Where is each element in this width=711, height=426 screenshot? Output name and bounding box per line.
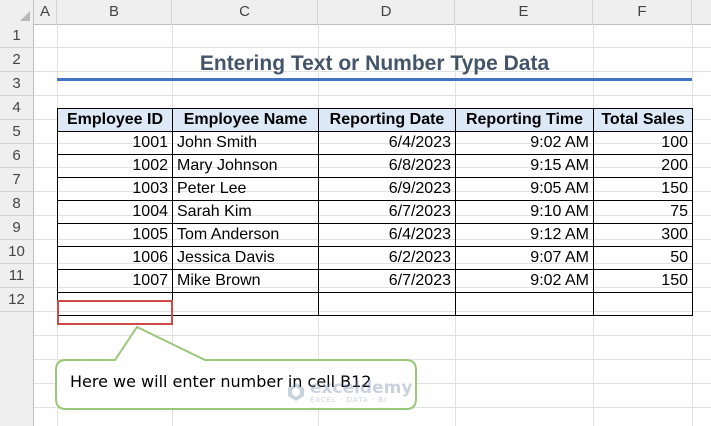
gridline: [34, 359, 711, 360]
cell-employee-name[interactable]: John Smith: [172, 131, 319, 155]
column-header-d[interactable]: D: [318, 0, 455, 24]
cell-reporting-time[interactable]: 9:05 AM: [455, 177, 594, 201]
row-header-6[interactable]: 6: [0, 144, 34, 168]
row-header-2[interactable]: 2: [0, 48, 34, 72]
gridline: [34, 95, 711, 96]
header-employee-id[interactable]: Employee ID: [57, 108, 173, 132]
column-header-f[interactable]: F: [593, 0, 692, 24]
cell-c12[interactable]: [172, 292, 319, 316]
cell-reporting-date[interactable]: 6/4/2023: [318, 223, 456, 247]
table-row: 1004 Sarah Kim 6/7/2023 9:10 AM 75: [57, 200, 693, 224]
header-total-sales[interactable]: Total Sales: [593, 108, 693, 132]
row-header-5[interactable]: 5: [0, 120, 34, 144]
column-header-bar: A B C D E F: [0, 0, 711, 25]
row-header-10[interactable]: 10: [0, 240, 34, 264]
gridline: [34, 335, 711, 336]
gridline: [34, 407, 711, 408]
select-all-corner[interactable]: [0, 0, 34, 24]
watermark-tagline: EXCEL · DATA · BI: [310, 396, 388, 404]
cell-total-sales[interactable]: 200: [593, 154, 693, 178]
cell-employee-name[interactable]: Peter Lee: [172, 177, 319, 201]
cell-reporting-time[interactable]: 9:02 AM: [455, 269, 594, 293]
cell-d12[interactable]: [318, 292, 456, 316]
table-row: 1005 Tom Anderson 6/4/2023 9:12 AM 300: [57, 223, 693, 247]
employee-table: Employee ID Employee Name Reporting Date…: [57, 108, 693, 316]
column-header-c[interactable]: C: [172, 0, 318, 24]
cell-reporting-date[interactable]: 6/7/2023: [318, 269, 456, 293]
row-header-filler: [0, 312, 34, 426]
cell-reporting-time[interactable]: 9:12 AM: [455, 223, 594, 247]
cell-employee-name[interactable]: Mary Johnson: [172, 154, 319, 178]
cell-employee-id[interactable]: 1006: [57, 246, 173, 270]
table-row: 1006 Jessica Davis 6/2/2023 9:07 AM 50: [57, 246, 693, 270]
cell-reporting-date[interactable]: 6/9/2023: [318, 177, 456, 201]
cell-total-sales[interactable]: 150: [593, 177, 693, 201]
exceldemy-logo-icon: [288, 383, 304, 401]
column-header-a[interactable]: A: [34, 0, 57, 24]
cell-reporting-time[interactable]: 9:10 AM: [455, 200, 594, 224]
cell-total-sales[interactable]: 75: [593, 200, 693, 224]
cell-reporting-date[interactable]: 6/2/2023: [318, 246, 456, 270]
column-header-b[interactable]: B: [57, 0, 172, 24]
table-row: 1001 John Smith 6/4/2023 9:02 AM 100: [57, 131, 693, 155]
row-header-12[interactable]: 12: [0, 288, 34, 312]
table-row: 1003 Peter Lee 6/9/2023 9:05 AM 150: [57, 177, 693, 201]
row-header-11[interactable]: 11: [0, 264, 34, 288]
cell-employee-id[interactable]: 1005: [57, 223, 173, 247]
row-header-7[interactable]: 7: [0, 168, 34, 192]
header-employee-name[interactable]: Employee Name: [172, 108, 319, 132]
watermark: exceldemy EXCEL · DATA · BI: [286, 380, 412, 404]
cell-employee-name[interactable]: Jessica Davis: [172, 246, 319, 270]
cell-employee-id[interactable]: 1002: [57, 154, 173, 178]
table-row: 1007 Mike Brown 6/7/2023 9:02 AM 150: [57, 269, 693, 293]
cell-reporting-date[interactable]: 6/4/2023: [318, 131, 456, 155]
cell-reporting-time[interactable]: 9:02 AM: [455, 131, 594, 155]
cell-total-sales[interactable]: 300: [593, 223, 693, 247]
row-header-1[interactable]: 1: [0, 24, 34, 48]
selected-cell-highlight[interactable]: [57, 300, 173, 325]
cell-employee-name[interactable]: Tom Anderson: [172, 223, 319, 247]
cell-reporting-time[interactable]: 9:15 AM: [455, 154, 594, 178]
cell-reporting-time[interactable]: 9:07 AM: [455, 246, 594, 270]
header-reporting-time[interactable]: Reporting Time: [455, 108, 594, 132]
sheet-title: Entering Text or Number Type Data: [199, 52, 550, 75]
cell-employee-id[interactable]: 1004: [57, 200, 173, 224]
cell-reporting-date[interactable]: 6/8/2023: [318, 154, 456, 178]
cell-employee-id[interactable]: 1001: [57, 131, 173, 155]
cell-employee-name[interactable]: Mike Brown: [172, 269, 319, 293]
header-reporting-date[interactable]: Reporting Date: [318, 108, 456, 132]
cell-total-sales[interactable]: 100: [593, 131, 693, 155]
row-header-8[interactable]: 8: [0, 192, 34, 216]
cell-employee-id[interactable]: 1007: [57, 269, 173, 293]
row-header-9[interactable]: 9: [0, 216, 34, 240]
cell-f12[interactable]: [593, 292, 693, 316]
spreadsheet: A B C D E F 1 2 3 4 5 6 7 8 9 10 11 12 E…: [0, 0, 711, 426]
cell-employee-name[interactable]: Sarah Kim: [172, 200, 319, 224]
watermark-name: exceldemy: [310, 378, 413, 398]
title-underline: [57, 78, 692, 81]
cell-employee-id[interactable]: 1003: [57, 177, 173, 201]
cell-total-sales[interactable]: 150: [593, 269, 693, 293]
column-header-e[interactable]: E: [455, 0, 593, 24]
cell-reporting-date[interactable]: 6/7/2023: [318, 200, 456, 224]
table-header-row: Employee ID Employee Name Reporting Date…: [57, 108, 693, 132]
row-header-4[interactable]: 4: [0, 96, 34, 120]
row-header-3[interactable]: 3: [0, 72, 34, 96]
cell-e12[interactable]: [455, 292, 594, 316]
cell-total-sales[interactable]: 50: [593, 246, 693, 270]
table-row: 1002 Mary Johnson 6/8/2023 9:15 AM 200: [57, 154, 693, 178]
